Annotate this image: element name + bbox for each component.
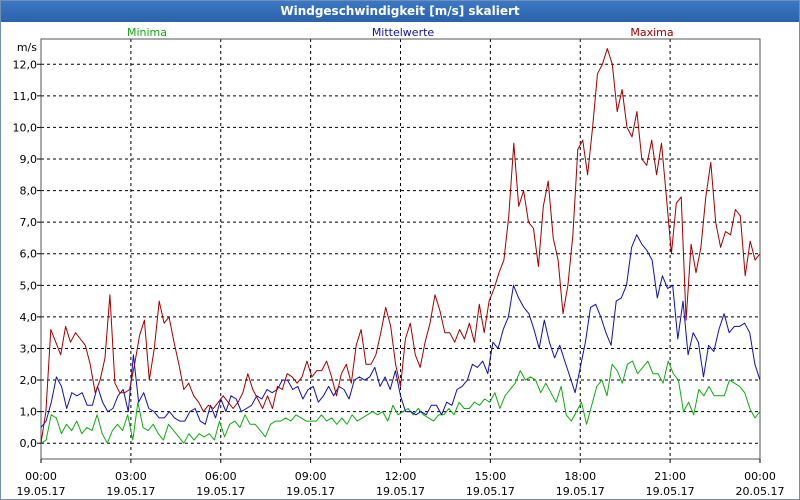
y-tick-label: 0,0 — [20, 437, 38, 450]
y-tick-label: 11,0 — [13, 90, 38, 103]
x-tick-time-label: 00:00 — [744, 470, 776, 483]
y-tick-label: 12,0 — [13, 58, 38, 71]
x-tick-date-label: 19.05.17 — [466, 485, 515, 498]
series-legend: Minima Mittelwerte Maxima — [127, 26, 674, 39]
x-tick-date-label: 19.05.17 — [196, 485, 245, 498]
legend-mittelwerte: Mittelwerte — [372, 26, 435, 39]
chart-window: Windgeschwindigkeit [m/s] skaliert 0,0 1,… — [0, 0, 800, 500]
y-tick-label: 2,0 — [20, 374, 38, 387]
y-tick-label: 1,0 — [20, 406, 38, 419]
x-tick-date-label: 19.05.17 — [286, 485, 335, 498]
x-tick-date-label: 19.05.17 — [376, 485, 425, 498]
y-tick-label: 3,0 — [20, 342, 38, 355]
x-tick-time-label: 21:00 — [654, 470, 686, 483]
y-tick-label: 10,0 — [13, 121, 38, 134]
y-tick-label: 8,0 — [20, 185, 38, 198]
y-tick-label: 9,0 — [20, 153, 38, 166]
y-tick-label: 5,0 — [20, 279, 38, 292]
wind-speed-chart: 0,0 1,0 2,0 3,0 4,0 5,0 6,0 7,0 8,0 9,0 10,0 11,0 12… — [13, 26, 785, 498]
x-tick-time-label: 06:00 — [205, 470, 237, 483]
x-tick-time-label: 00:00 — [25, 470, 57, 483]
y-unit-label: m/s — [17, 41, 37, 54]
legend-maxima: Maxima — [630, 26, 673, 39]
legend-minima: Minima — [127, 26, 167, 39]
x-tick-time-label: 12:00 — [385, 470, 417, 483]
x-tick-date-label: 20.05.17 — [736, 485, 785, 498]
x-tick-date-label: 19.05.17 — [106, 485, 155, 498]
x-tick-time-label: 03:00 — [115, 470, 147, 483]
y-tick-label: 6,0 — [20, 248, 38, 261]
x-tick-time-label: 18:00 — [564, 470, 596, 483]
x-tick-date-label: 19.05.17 — [646, 485, 695, 498]
y-tick-label: 4,0 — [20, 311, 38, 324]
x-tick-time-label: 15:00 — [475, 470, 507, 483]
x-tick-date-label: 19.05.17 — [556, 485, 605, 498]
x-tick-time-label: 09:00 — [295, 470, 327, 483]
y-tick-label: 7,0 — [20, 216, 38, 229]
axis-labels: 0,0 1,0 2,0 3,0 4,0 5,0 6,0 7,0 8,0 9,0 10,0 11,0 12… — [13, 41, 785, 498]
x-tick-date-label: 19.05.17 — [17, 485, 66, 498]
